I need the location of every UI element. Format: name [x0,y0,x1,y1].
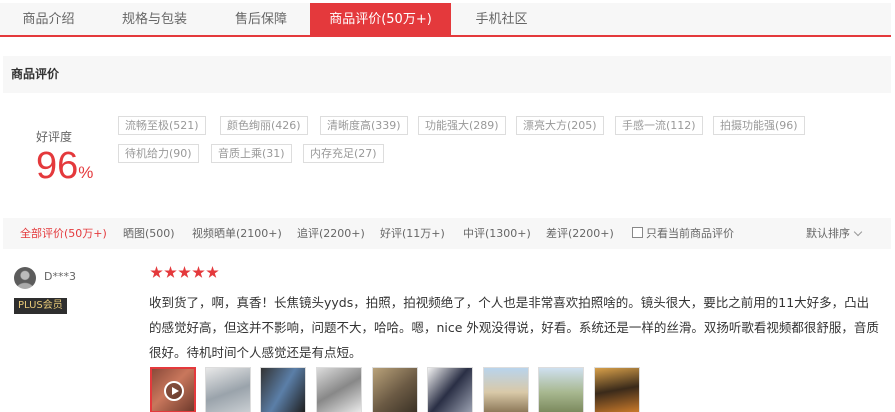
tab-product-intro[interactable]: 商品介绍 [0,3,97,36]
filter-follow-up[interactable]: 追评(2200+) [297,218,365,249]
tab-after-sales[interactable]: 售后保障 [212,3,310,36]
filter-neutral[interactable]: 中评(1300+) [463,218,531,249]
sort-dropdown[interactable]: 默认排序 [806,218,863,249]
filter-positive[interactable]: 好评(11万+) [380,218,445,249]
play-icon [164,381,184,401]
review-tag[interactable]: 漂亮大方(205) [516,116,604,135]
star-rating [150,266,220,282]
review-image-thumbnail[interactable] [372,367,418,412]
rating-unit: % [78,163,94,182]
review-image-thumbnail[interactable] [205,367,251,412]
tab-phone-community[interactable]: 手机社区 [451,3,552,36]
plus-member-badge: PLUS会员 [14,298,67,314]
tab-reviews[interactable]: 商品评价(50万+) [310,3,451,36]
filter-video[interactable]: 视频晒单(2100+) [192,218,282,249]
review-image-thumbnail[interactable] [260,367,306,412]
review-image-thumbnail[interactable] [316,367,362,412]
product-tabs: 商品介绍 规格与包装 售后保障 商品评价(50万+) 手机社区 [0,3,891,37]
review-text: 收到货了，啊，真香！长焦镜头yyds，拍照，拍视频绝了，个人也是非常喜欢拍照啥的… [149,295,879,360]
section-title: 商品评价 [3,56,891,93]
only-current-product-toggle[interactable]: 只看当前商品评价 [632,218,734,249]
sort-label: 默认排序 [806,227,850,240]
review-tag[interactable]: 功能强大(289) [418,116,506,135]
review-tag[interactable]: 待机给力(90) [118,144,199,163]
filter-negative[interactable]: 差评(2200+) [546,218,614,249]
review-tag[interactable]: 内存充足(27) [303,144,384,163]
review-image-thumbnail[interactable] [594,367,640,412]
review-video-thumbnail[interactable] [150,367,196,412]
review-tag[interactable]: 颜色绚丽(426) [220,116,308,135]
checkbox-icon[interactable] [632,227,643,238]
star-icon [164,266,177,278]
review-filter-bar: 全部评价(50万+) 晒图(500) 视频晒单(2100+) 追评(2200+)… [3,218,891,249]
only-current-label: 只看当前商品评价 [646,227,734,240]
review-tag[interactable]: 音质上乘(31) [211,144,292,163]
star-icon [150,266,163,278]
review-image-thumbnail[interactable] [483,367,529,412]
review-tag[interactable]: 清晰度高(339) [320,116,408,135]
tab-specs-packaging[interactable]: 规格与包装 [97,3,212,36]
reviewer-name: D***3 [44,270,76,283]
rating-number: 96 [36,145,79,187]
review-tag[interactable]: 手感一流(112) [615,116,703,135]
filter-all[interactable]: 全部评价(50万+) [20,218,107,249]
star-icon [206,266,219,278]
review-tag[interactable]: 流畅至极(521) [118,116,206,135]
review-tag[interactable]: 拍摄功能强(96) [713,116,805,135]
avatar[interactable] [14,267,36,289]
star-icon [192,266,205,278]
chevron-down-icon [853,227,863,237]
rating-value: 96% [36,142,93,197]
review-image-thumbnail[interactable] [538,367,584,412]
filter-with-images[interactable]: 晒图(500) [123,218,175,249]
review-image-thumbnail[interactable] [427,367,473,412]
star-icon [178,266,191,278]
